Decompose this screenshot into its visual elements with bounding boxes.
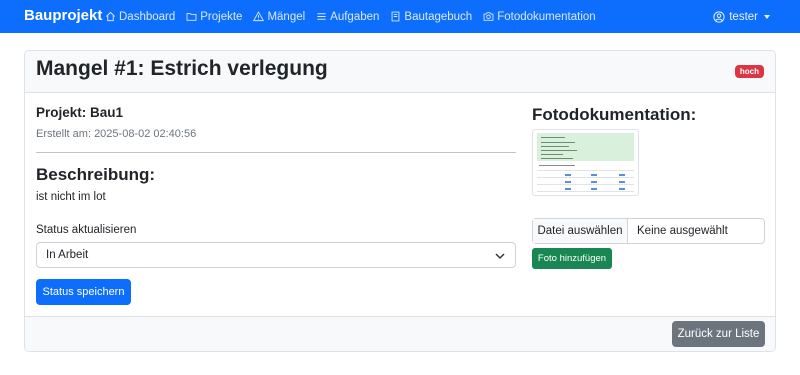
thumbnail-cell xyxy=(619,188,625,190)
save-status-button[interactable]: Status speichern xyxy=(36,279,131,305)
status-select[interactable]: In Arbeit xyxy=(36,242,516,268)
nav-item-aufgaben[interactable]: Aufgaben xyxy=(316,11,379,23)
choose-file-button[interactable]: Datei auswählen xyxy=(533,219,628,243)
nav-label: Fotodokumentation xyxy=(497,10,596,23)
thumbnail-row xyxy=(537,170,634,171)
folder-icon xyxy=(186,12,197,21)
navbar-brand[interactable]: Bauprojekt xyxy=(24,7,102,24)
nav-item-maengel[interactable]: Mängel xyxy=(253,11,305,23)
priority-badge: hoch xyxy=(734,65,764,78)
house-icon xyxy=(106,11,115,22)
thumbnail-cell xyxy=(565,181,571,183)
page-title: Mangel #1: Estrich verlegung xyxy=(36,57,328,80)
nav-label: Dashboard xyxy=(119,10,176,23)
nav-label: Mängel xyxy=(267,10,306,23)
journal-icon xyxy=(392,11,400,22)
thumbnail-row xyxy=(537,191,634,192)
thumbnail-cell xyxy=(591,181,597,183)
thumbnail-line xyxy=(541,137,565,138)
nav-label: Aufgaben xyxy=(330,10,380,23)
list-icon xyxy=(317,13,326,20)
thumbnail-cell xyxy=(619,181,625,183)
nav-label: Bautagebuch xyxy=(404,10,473,23)
thumbnail-line xyxy=(541,150,577,151)
nav-item-dashboard[interactable]: Dashboard xyxy=(105,11,175,23)
nav-item-projekte[interactable]: Projekte xyxy=(186,11,242,23)
nav-links: Dashboard Projekte Mängel Aufgaben Bauta… xyxy=(105,0,607,33)
navbar: Bauprojekt Dashboard Projekte Mängel Auf… xyxy=(0,0,800,33)
nav-label: Projekte xyxy=(200,10,243,23)
chevron-down-icon xyxy=(764,14,770,19)
thumbnail-row xyxy=(537,177,634,178)
nav-item-bautagebuch[interactable]: Bautagebuch xyxy=(390,11,472,23)
user-name: tester xyxy=(729,10,758,23)
nav-item-fotodokumentation[interactable]: Fotodokumentation xyxy=(483,10,596,23)
thumbnail-cell xyxy=(591,188,597,190)
user-dropdown[interactable]: tester xyxy=(713,0,770,33)
thumbnail-cell xyxy=(565,188,571,190)
file-input[interactable]: Datei auswählen Keine ausgewählt xyxy=(532,218,765,244)
thumbnail-cell xyxy=(591,174,597,176)
file-status: Keine ausgewählt xyxy=(637,225,728,237)
thumbnail-cell xyxy=(565,174,571,176)
thumbnail-line xyxy=(541,142,575,143)
back-to-list-button[interactable]: Zurück zur Liste xyxy=(672,321,765,347)
card-footer: Zurück zur Liste xyxy=(25,316,775,351)
thumbnail-line xyxy=(541,154,563,155)
description-text: ist nicht im lot xyxy=(36,191,106,203)
thumbnail-line xyxy=(541,158,573,159)
description-heading: Beschreibung: xyxy=(36,165,156,184)
user-circle-icon xyxy=(713,10,725,23)
thumbnail-line xyxy=(541,146,569,147)
status-selected-value: In Arbeit xyxy=(46,249,89,261)
card-header: Mangel #1: Estrich verlegung hoch xyxy=(25,51,775,93)
thumbnail-row xyxy=(537,184,634,185)
photos-heading: Fotodokumentation: xyxy=(532,105,697,124)
chevron-down-icon xyxy=(495,253,505,260)
add-photo-button[interactable]: Foto hinzufügen xyxy=(532,248,612,269)
camera-icon xyxy=(483,12,494,21)
status-label: Status aktualisieren xyxy=(36,224,137,236)
project-name: Projekt: Bau1 xyxy=(36,105,124,120)
defect-card: Mangel #1: Estrich verlegung hoch Projek… xyxy=(24,50,776,352)
warning-icon xyxy=(253,11,265,22)
divider xyxy=(36,152,516,153)
thumbnail-line xyxy=(539,165,575,166)
photo-thumbnail[interactable] xyxy=(532,129,639,196)
thumbnail-cell xyxy=(619,174,625,176)
created-date: Erstellt am: 2025-08-02 02:40:56 xyxy=(36,128,197,140)
